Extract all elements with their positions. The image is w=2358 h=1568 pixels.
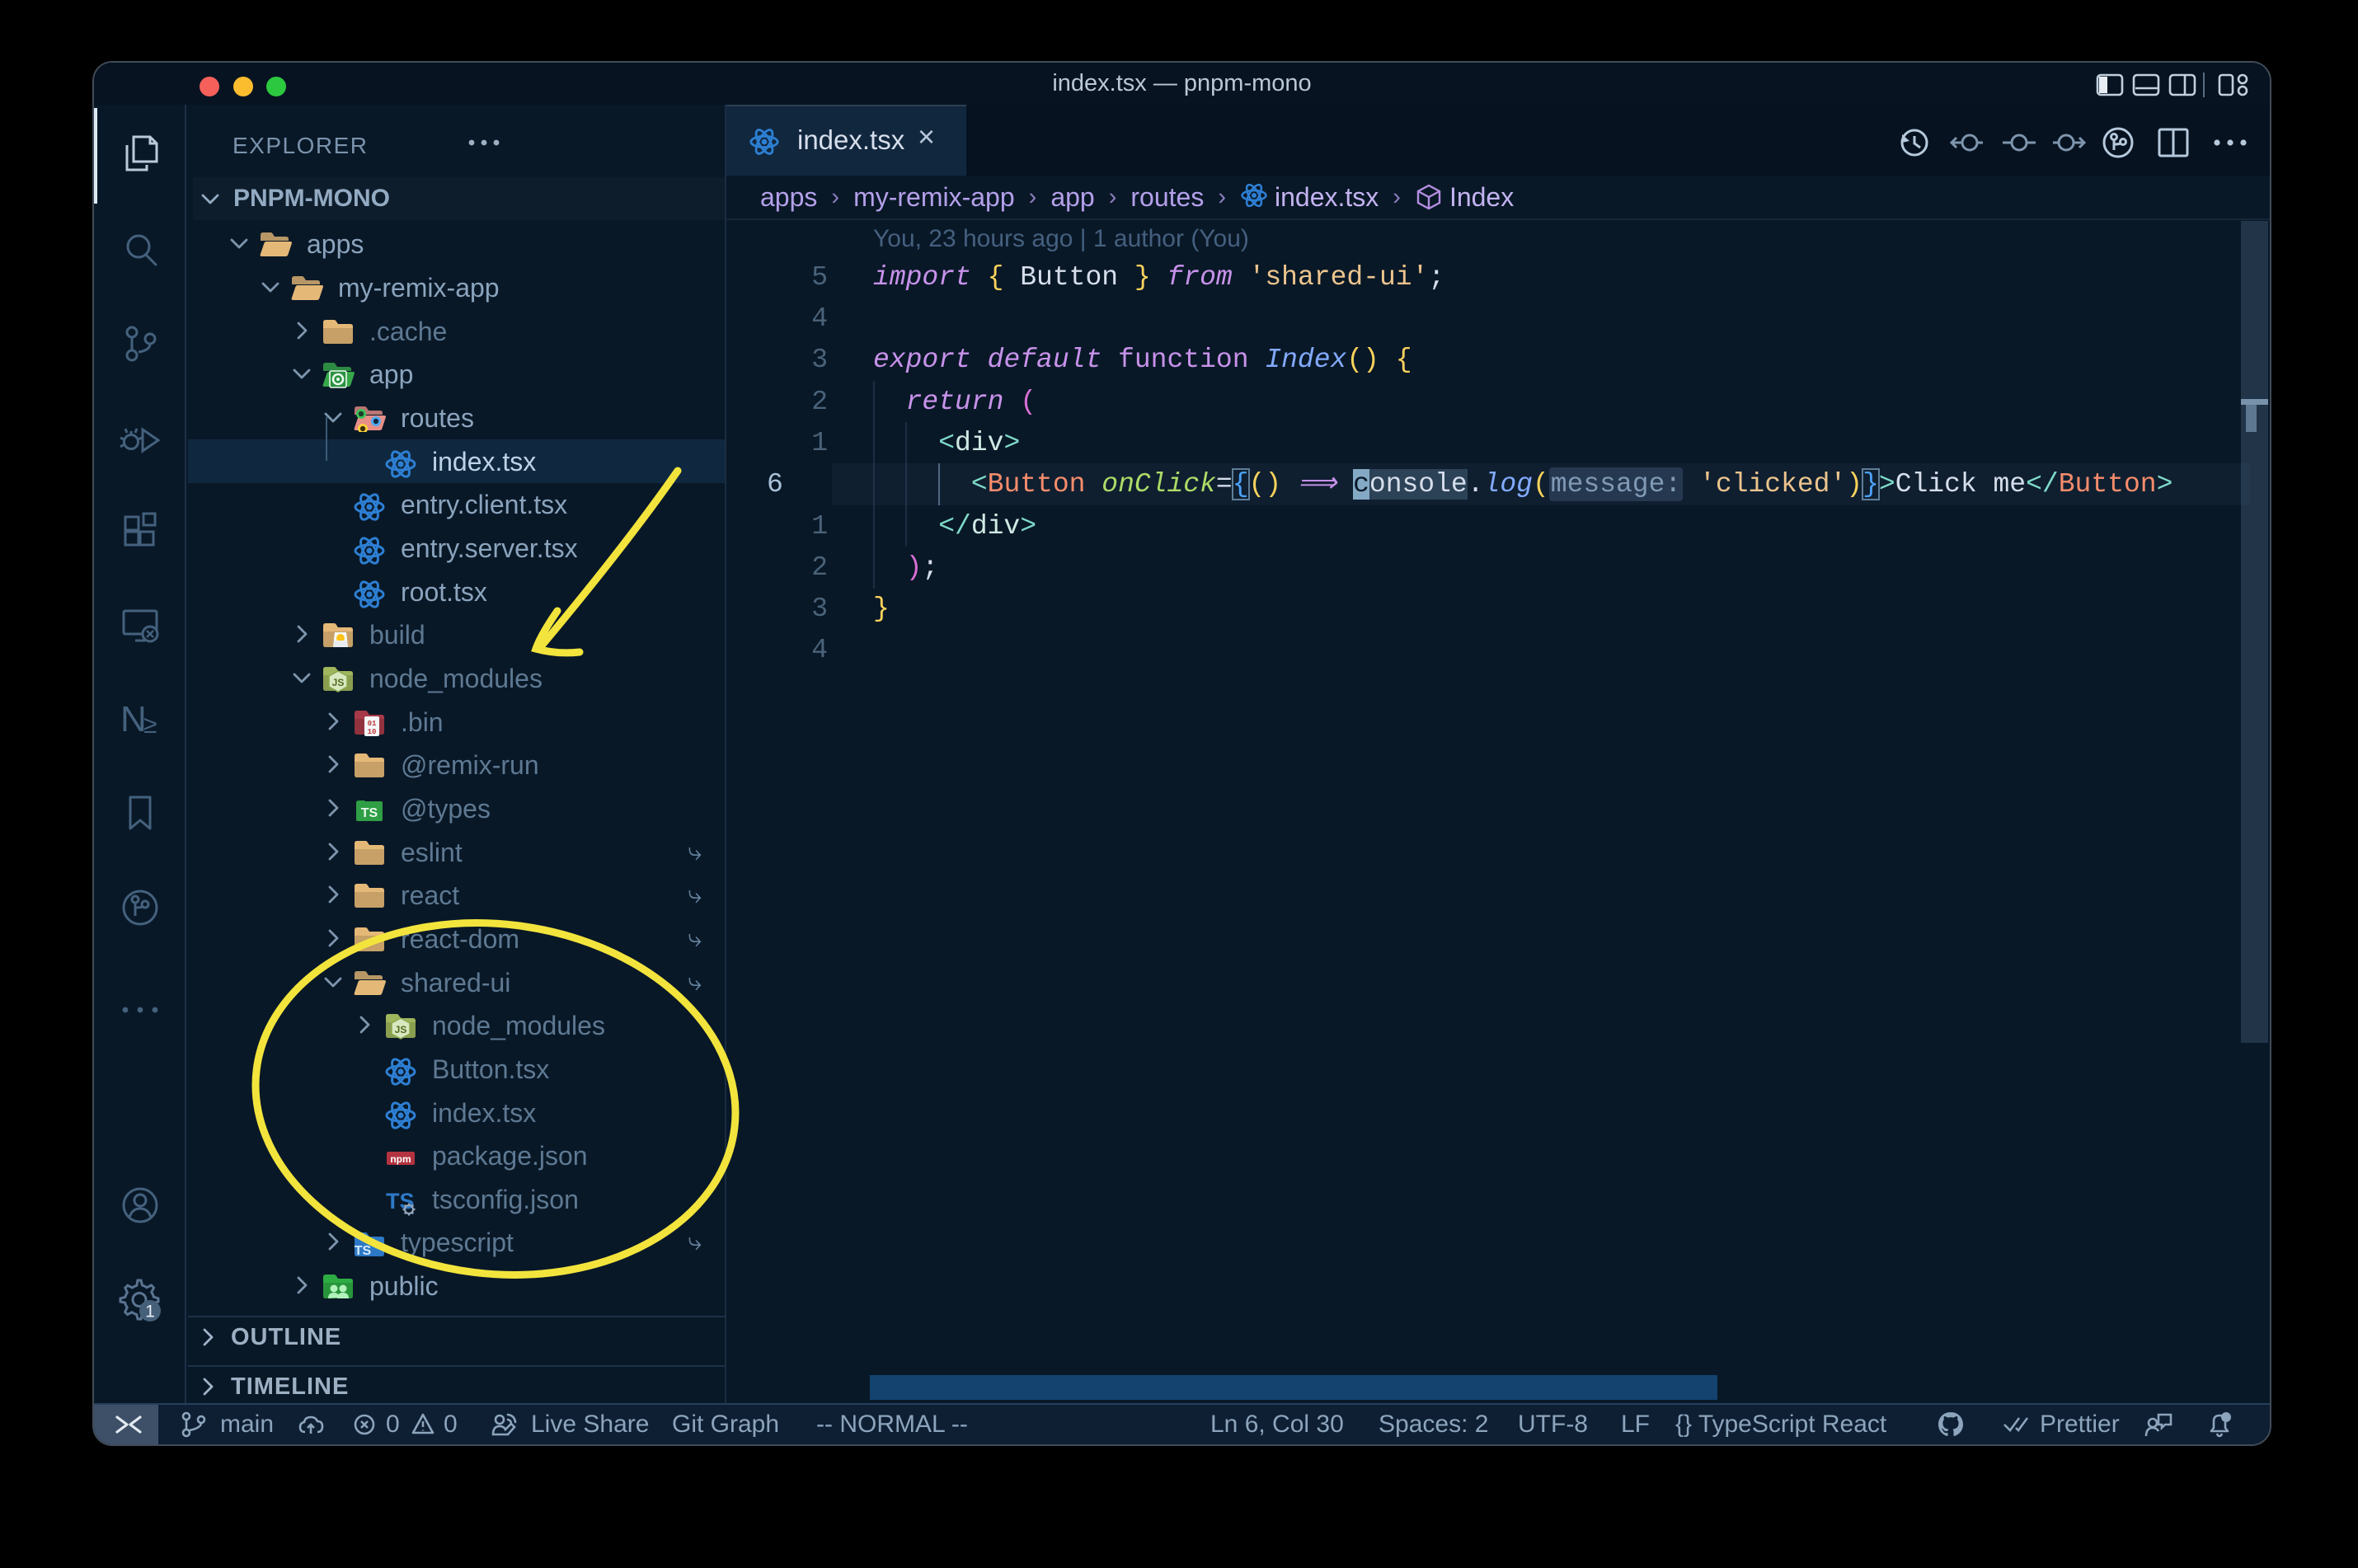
svg-text:TS: TS	[355, 1244, 372, 1258]
svg-text:TS: TS	[386, 1189, 415, 1214]
svg-text:JS: JS	[395, 1024, 407, 1035]
svg-text:01: 01	[368, 720, 377, 728]
svg-text:10: 10	[368, 728, 377, 736]
svg-text:1: 1	[145, 1303, 155, 1322]
svg-text:N: N	[120, 699, 147, 739]
svg-text:npm: npm	[390, 1153, 411, 1165]
svg-text:TS: TS	[361, 806, 378, 820]
svg-text:≥: ≥	[143, 711, 157, 739]
svg-text:JS: JS	[332, 677, 345, 688]
